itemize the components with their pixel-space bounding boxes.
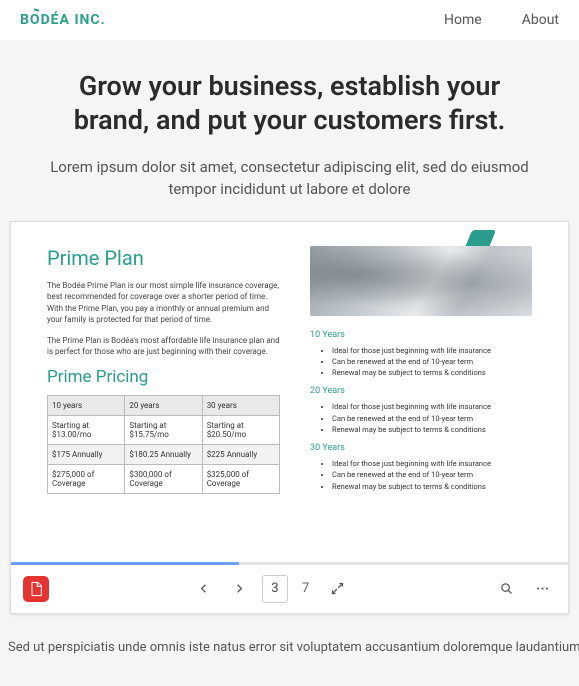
list-item: Ideal for those just beginning with life… (332, 458, 532, 469)
top-bar: BODÉA INC. Home About (0, 0, 579, 40)
list-item: Renewal may be subject to terms & condit… (332, 481, 532, 492)
year-section: 10 Years Ideal for those just beginning … (310, 330, 532, 379)
list-item: Can be renewed at the end of 10-year ter… (332, 413, 532, 424)
nav-about[interactable]: About (522, 12, 559, 28)
th-1: 20 years (125, 396, 202, 416)
th-0: 10 years (48, 396, 125, 416)
hero-subtitle: Lorem ipsum dolor sit amet, consectetur … (40, 156, 539, 201)
pdf-icon (23, 576, 49, 602)
total-pages: 7 (296, 581, 315, 596)
search-icon (499, 581, 514, 596)
nav-home[interactable]: Home (444, 12, 482, 28)
table-row: Starting at $13.00/mo Starting at $15.75… (48, 416, 280, 445)
list-item: Can be renewed at the end of 10-year ter… (332, 356, 532, 367)
plan-title: Prime Plan (47, 246, 280, 270)
pdf-embed: Prime Plan The Bodéa Prime Plan is our m… (10, 221, 569, 614)
year-section: 20 Years Ideal for those just beginning … (310, 386, 532, 435)
pdf-col-right: 10 Years Ideal for those just beginning … (310, 246, 532, 542)
hero-title: Grow your business, establish your brand… (40, 70, 539, 138)
pdf-col-left: Prime Plan The Bodéa Prime Plan is our m… (47, 246, 280, 542)
search-button[interactable] (492, 575, 520, 603)
brand-logo: BODÉA INC. (20, 12, 106, 28)
plan-desc-2: The Prime Plan is Bodéa's most affordabl… (47, 335, 280, 358)
th-2: 30 years (202, 396, 279, 416)
hero: Grow your business, establish your brand… (0, 40, 579, 221)
prev-page-button[interactable] (190, 575, 218, 603)
pricing-title: Prime Pricing (47, 367, 280, 387)
expand-icon (330, 581, 345, 596)
list-item: Renewal may be subject to terms & condit… (332, 367, 532, 378)
table-row: $275,000 of Coverage $300,000 of Coverag… (48, 465, 280, 494)
list-item: Can be renewed at the end of 10-year ter… (332, 469, 532, 480)
more-horizontal-icon (535, 581, 550, 596)
list-item: Ideal for those just beginning with life… (332, 345, 532, 356)
chevron-left-icon (196, 581, 211, 596)
list-item: Ideal for those just beginning with life… (332, 401, 532, 412)
plan-image (310, 246, 532, 316)
current-page-input[interactable]: 3 (262, 575, 288, 603)
pdf-toolbar: 3 7 (11, 565, 568, 613)
fullscreen-button[interactable] (323, 575, 351, 603)
next-page-button[interactable] (226, 575, 254, 603)
main-nav: Home About (444, 12, 559, 28)
table-row: $175 Annually $180.25 Annually $225 Annu… (48, 445, 280, 465)
footer-paragraph: Sed ut perspiciatis unde omnis iste natu… (0, 614, 579, 665)
pdf-page[interactable]: Prime Plan The Bodéa Prime Plan is our m… (11, 222, 568, 562)
chevron-right-icon (232, 581, 247, 596)
plan-desc-1: The Bodéa Prime Plan is our most simple … (47, 280, 280, 326)
pricing-table: 10 years 20 years 30 years Starting at $… (47, 395, 280, 494)
year-section: 30 Years Ideal for those just beginning … (310, 443, 532, 492)
list-item: Renewal may be subject to terms & condit… (332, 424, 532, 435)
page-progress (11, 562, 568, 565)
more-button[interactable] (528, 575, 556, 603)
